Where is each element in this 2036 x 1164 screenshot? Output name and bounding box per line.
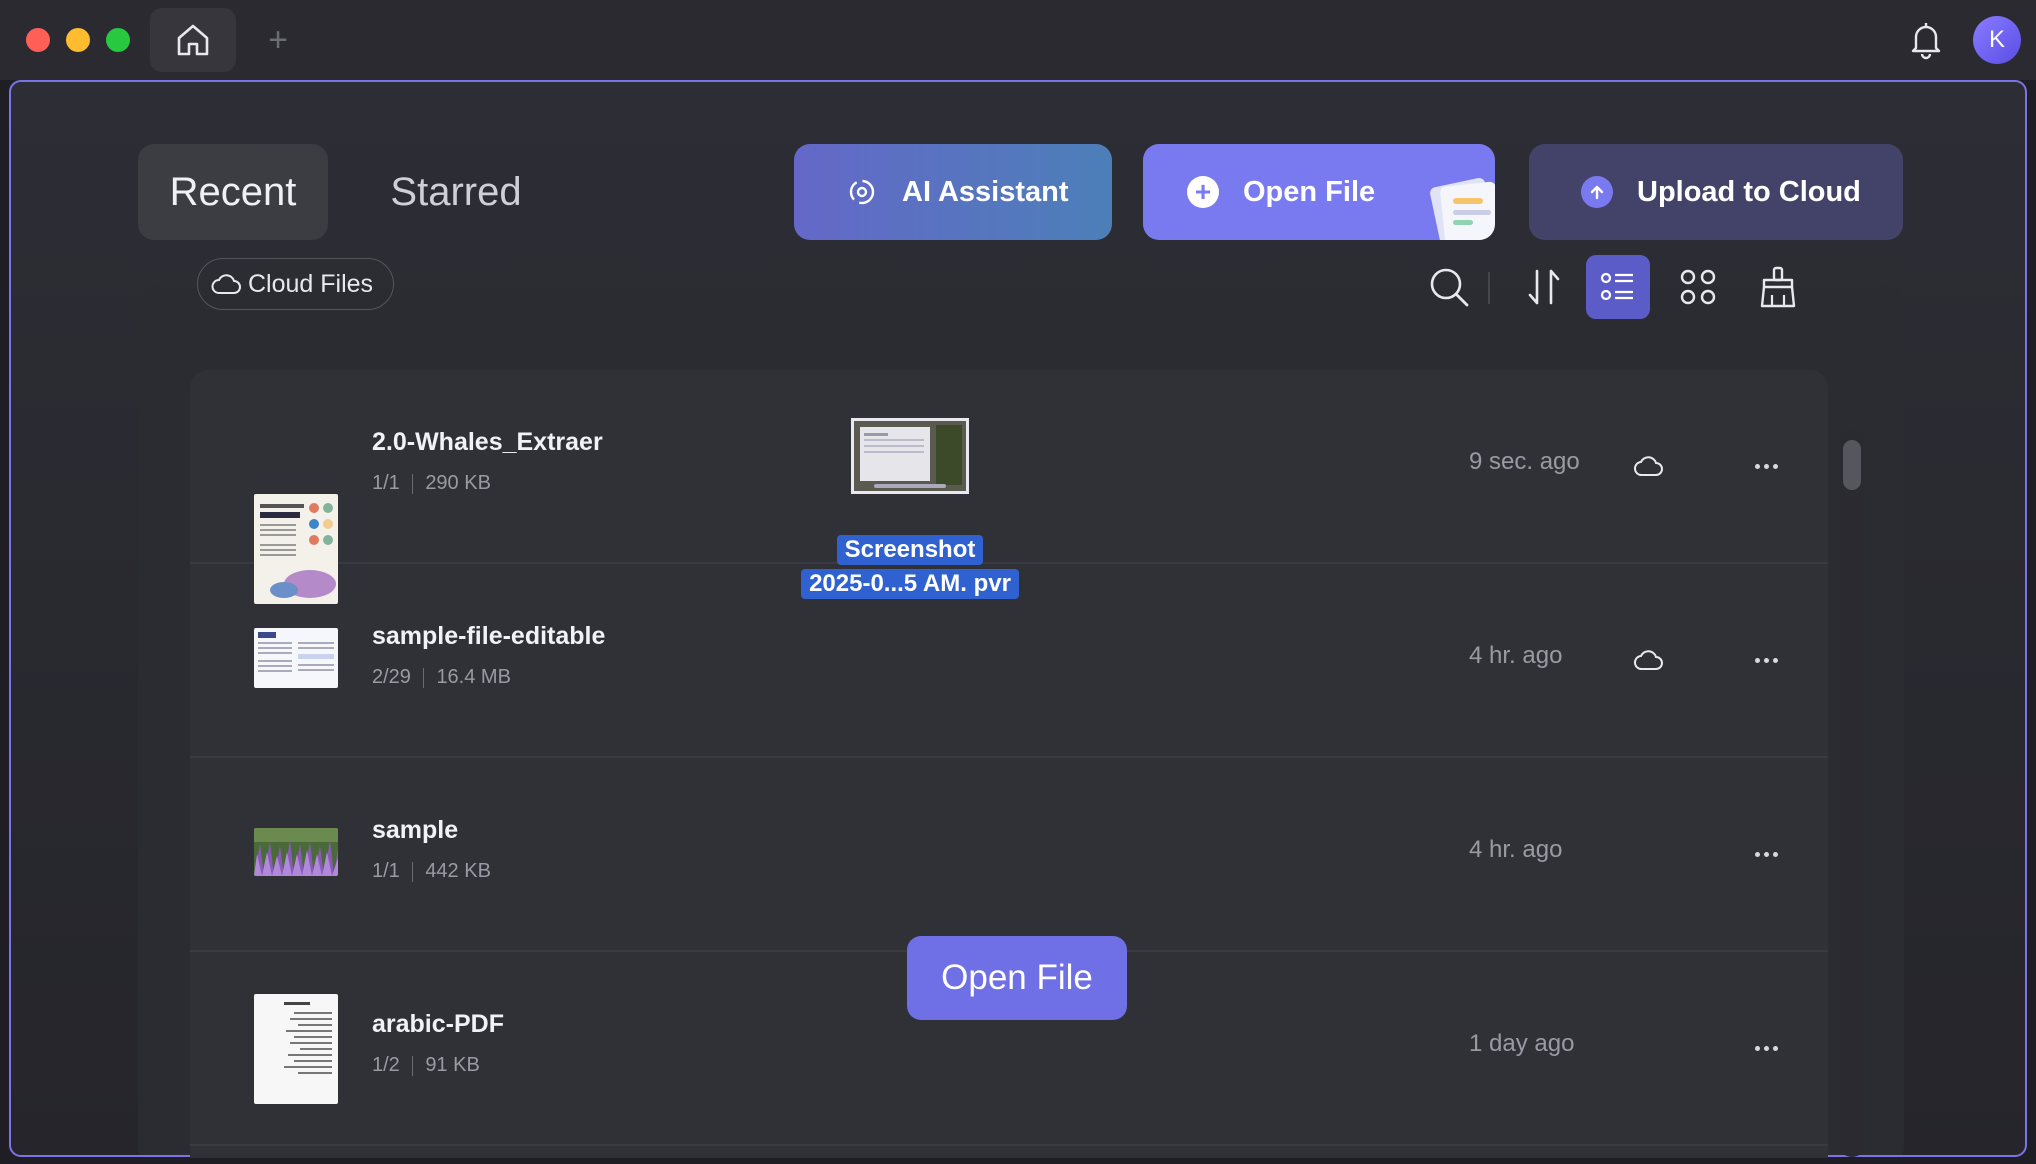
cloud-synced-icon[interactable] xyxy=(1632,449,1666,483)
file-time: 4 hr. ago xyxy=(1469,642,1563,669)
upload-to-cloud-button[interactable]: Upload to Cloud xyxy=(1529,144,1903,240)
minimize-window-button[interactable] xyxy=(66,28,90,52)
file-size: 91 KB xyxy=(425,1054,480,1076)
file-meta: 1/2 91 KB xyxy=(372,1054,480,1077)
file-thumbnail xyxy=(254,994,338,1104)
file-pages: 1/1 xyxy=(372,472,400,494)
open-file-button[interactable]: + Open File xyxy=(1143,144,1495,240)
broom-icon xyxy=(1760,266,1796,308)
upload-icon xyxy=(1581,176,1613,208)
file-list: 2.0-Whales_Extraer 1/1 290 KB 9 sec. ago … xyxy=(190,370,1828,1158)
ai-assistant-button[interactable]: AI Assistant xyxy=(794,144,1112,240)
file-meta: 1/1 442 KB xyxy=(372,860,491,883)
ai-icon xyxy=(846,176,878,208)
file-size: 442 KB xyxy=(425,860,491,882)
avatar[interactable]: K xyxy=(1973,16,2021,64)
zoom-window-button[interactable] xyxy=(106,28,130,52)
file-name: sample xyxy=(372,816,459,844)
file-size: 290 KB xyxy=(425,472,491,494)
file-time: 1 day ago xyxy=(1469,1030,1575,1057)
plus-circle-icon: + xyxy=(1187,176,1219,208)
cloud-files-button[interactable]: Cloud Files xyxy=(197,258,395,310)
file-thumbnail xyxy=(254,628,338,688)
file-thumbnail xyxy=(254,828,338,876)
toolbar-divider xyxy=(1488,272,1490,304)
upload-to-cloud-label: Upload to Cloud xyxy=(1637,175,1861,208)
cloud-files-label: Cloud Files xyxy=(248,269,374,298)
dragged-file-name-line2: 2025-0...5 AM. pvr xyxy=(801,569,1019,599)
list-view-icon xyxy=(1600,272,1633,301)
file-pages: 2/29 xyxy=(372,666,411,688)
file-name: sample-file-editable xyxy=(372,622,606,650)
home-icon xyxy=(177,24,209,56)
home-tab[interactable] xyxy=(150,8,236,72)
more-options-button[interactable] xyxy=(1746,1031,1786,1065)
new-tab-button[interactable]: + xyxy=(258,20,298,60)
scrollbar-thumb[interactable] xyxy=(1843,440,1861,490)
more-options-button[interactable] xyxy=(1746,449,1786,483)
sort-icon xyxy=(1528,269,1560,305)
dragged-file-name-line1: Screenshot xyxy=(836,535,984,565)
tab-starred[interactable]: Starred xyxy=(361,144,551,240)
cloud-icon xyxy=(211,274,241,294)
file-size: 16.4 MB xyxy=(436,666,511,688)
more-options-button[interactable] xyxy=(1746,837,1786,871)
grid-view-icon xyxy=(1680,269,1716,305)
close-window-button[interactable] xyxy=(26,28,50,52)
file-row[interactable]: sample 1/1 442 KB 4 hr. ago xyxy=(190,758,1828,952)
file-name: arabic-PDF xyxy=(372,1010,504,1038)
file-time: 4 hr. ago xyxy=(1469,836,1563,863)
dragged-file-thumbnail xyxy=(851,418,969,494)
more-options-button[interactable] xyxy=(1746,643,1786,677)
search-icon xyxy=(1430,268,1469,307)
cloud-synced-icon[interactable] xyxy=(1632,643,1666,677)
title-bar: + K xyxy=(0,0,2036,80)
screenshot-preview-icon xyxy=(854,421,966,491)
file-pages: 1/1 xyxy=(372,860,400,882)
ai-assistant-label: AI Assistant xyxy=(902,175,1069,208)
grid-view-button[interactable] xyxy=(1666,255,1730,319)
file-meta: 2/29 16.4 MB xyxy=(372,666,511,689)
tab-recent[interactable]: Recent xyxy=(138,144,328,240)
notification-button[interactable] xyxy=(1904,18,1948,62)
search-button[interactable] xyxy=(1417,255,1481,319)
file-meta: 1/1 290 KB xyxy=(372,472,491,495)
file-name: 2.0-Whales_Extraer xyxy=(372,428,603,456)
open-file-label: Open File xyxy=(1243,175,1376,208)
dragged-file-label: Screenshot 2025-0...5 AM. pvr xyxy=(788,535,1032,599)
file-time: 9 sec. ago xyxy=(1469,448,1580,475)
bell-icon xyxy=(1911,23,1941,60)
scrollbar-track[interactable] xyxy=(1839,430,1865,1157)
file-pages: 1/2 xyxy=(372,1054,400,1076)
clear-history-button[interactable] xyxy=(1746,255,1810,319)
drop-open-file-overlay[interactable]: Open File xyxy=(907,936,1127,1020)
sort-button[interactable] xyxy=(1513,255,1577,319)
list-view-button[interactable] xyxy=(1586,255,1650,319)
documents-illustration-icon xyxy=(1430,177,1495,240)
